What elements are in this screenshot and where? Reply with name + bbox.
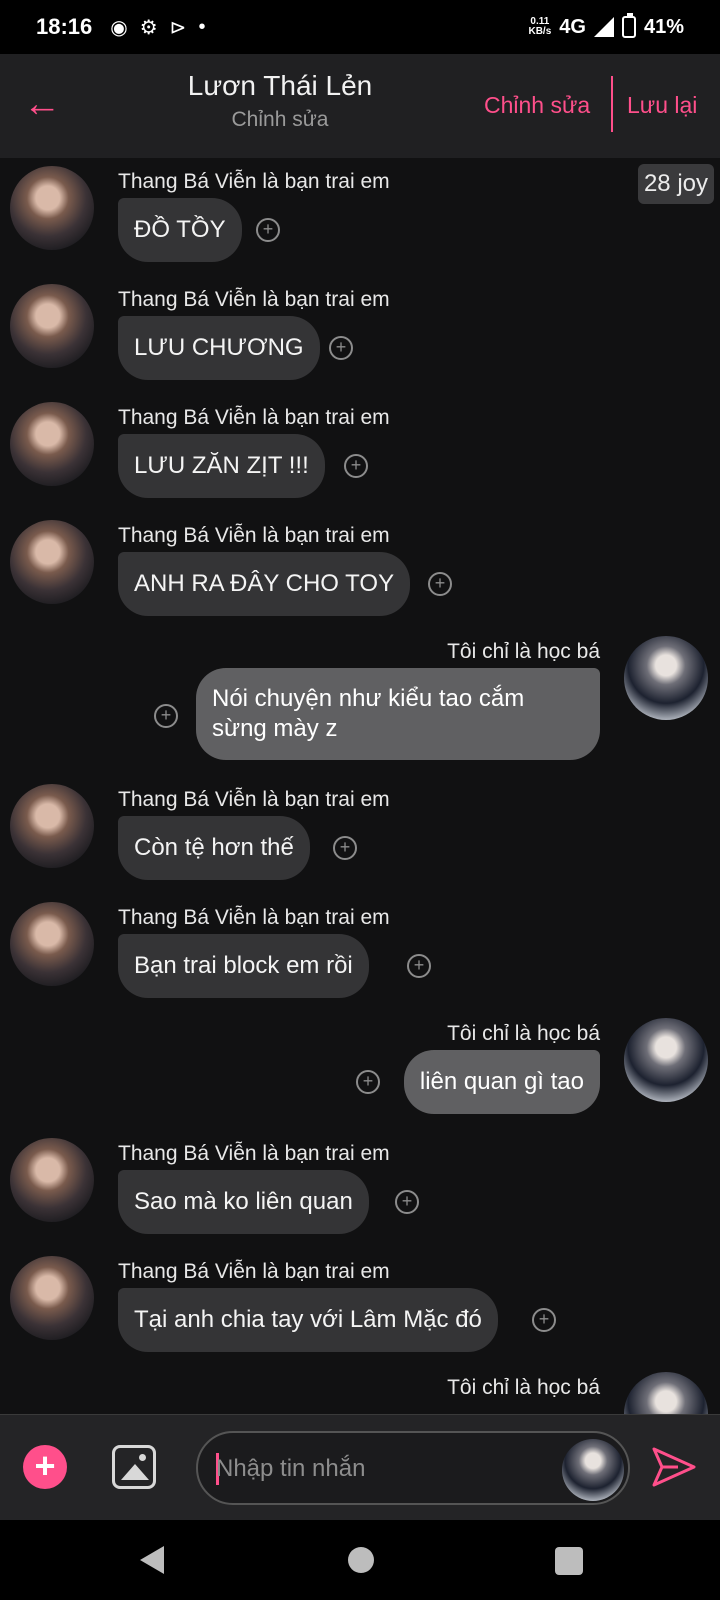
nav-home-icon[interactable] bbox=[348, 1547, 374, 1573]
avatar[interactable] bbox=[624, 636, 708, 720]
add-reaction-icon[interactable]: + bbox=[333, 836, 357, 860]
message-bubble[interactable]: LƯU CHƯƠNG bbox=[118, 316, 320, 380]
net-speed-unit: KB/s bbox=[528, 26, 552, 37]
notification-icons: ◉ ⚙ ⊳ • bbox=[110, 15, 205, 40]
sender-name: Thang Bá Viễn là bạn trai em bbox=[118, 788, 390, 811]
add-button[interactable]: + bbox=[23, 1445, 67, 1489]
status-time: 18:16 bbox=[36, 14, 93, 39]
sender-name: Tôi chỉ là học bá bbox=[447, 1376, 600, 1399]
battery-icon bbox=[621, 13, 636, 38]
battery-level: 41% bbox=[643, 15, 684, 38]
message-bubble[interactable]: Sao mà ko liên quan bbox=[118, 1170, 369, 1234]
composer-bar: + Nhập tin nhắn bbox=[0, 1414, 720, 1520]
add-reaction-icon[interactable]: + bbox=[154, 704, 178, 728]
message-input[interactable]: Nhập tin nhắn bbox=[196, 1431, 630, 1505]
avatar[interactable] bbox=[624, 1372, 708, 1414]
nav-back-icon[interactable] bbox=[140, 1546, 164, 1574]
dot-icon: • bbox=[198, 15, 206, 38]
sender-name: Thang Bá Viễn là bạn trai em bbox=[118, 524, 390, 547]
message-list[interactable]: 28 joy Thang Bá Viễn là bạn trai em ĐỒ T… bbox=[0, 158, 720, 1414]
message-bubble[interactable]: ANH RA ĐÂY CHO TOY bbox=[118, 552, 411, 616]
avatar[interactable] bbox=[10, 1138, 94, 1222]
edit-button[interactable]: Chỉnh sửa bbox=[484, 92, 590, 119]
message-bubble[interactable]: LƯU ZĂN ZỊT !!! bbox=[118, 434, 325, 498]
add-reaction-icon[interactable]: + bbox=[356, 1070, 380, 1094]
avatar[interactable] bbox=[10, 402, 94, 486]
sender-name: Thang Bá Viễn là bạn trai em bbox=[118, 406, 390, 429]
net-speed: 0.11 KB/s bbox=[528, 17, 551, 37]
message-bubble[interactable]: Nói chuyện như kiểu tao cắm sừng mày z bbox=[196, 668, 600, 760]
add-reaction-icon[interactable]: + bbox=[532, 1308, 556, 1332]
avatar[interactable] bbox=[10, 284, 94, 368]
system-status: 0.11 KB/s 4G 41% bbox=[528, 13, 684, 39]
avatar[interactable] bbox=[10, 1256, 94, 1340]
avatar[interactable] bbox=[10, 520, 94, 604]
send-icon[interactable] bbox=[650, 1445, 698, 1489]
signal-icon bbox=[593, 17, 614, 37]
play-icon: ⊳ bbox=[169, 16, 187, 39]
message-bubble[interactable]: Tại anh chia tay với Lâm Mặc đó bbox=[118, 1288, 498, 1352]
sender-name: Thang Bá Viễn là bạn trai em bbox=[118, 1142, 390, 1165]
messenger-icon: ◉ bbox=[110, 16, 128, 39]
status-bar: 18:16 ◉ ⚙ ⊳ • 0.11 KB/s 4G 41% bbox=[0, 0, 720, 54]
arrow-left-icon: ← bbox=[23, 83, 61, 125]
sender-name: Thang Bá Viễn là bạn trai em bbox=[118, 906, 390, 929]
message-bubble[interactable]: liên quan gì tao bbox=[403, 1050, 600, 1114]
chat-header: ← Lươn Thái Lẻn Chỉnh sửa Chỉnh sửa Lưu … bbox=[0, 54, 720, 158]
nav-recents-icon[interactable] bbox=[555, 1547, 583, 1575]
chat-title: Lươn Thái Lẻn bbox=[187, 70, 373, 101]
navigation-bar bbox=[0, 1520, 720, 1600]
sender-name: Thang Bá Viễn là bạn trai em bbox=[118, 1260, 390, 1283]
chat-subtitle: Chỉnh sửa bbox=[231, 108, 329, 131]
header-divider bbox=[611, 76, 613, 132]
save-button[interactable]: Lưu lại bbox=[627, 92, 697, 119]
message-bubble[interactable]: Bạn trai block em rồi bbox=[118, 934, 369, 998]
sender-name: Thang Bá Viễn là bạn trai em bbox=[118, 170, 390, 193]
avatar[interactable] bbox=[624, 1018, 708, 1102]
add-reaction-icon[interactable]: + bbox=[344, 454, 368, 478]
avatar[interactable] bbox=[10, 784, 94, 868]
sender-name: Tôi chỉ là học bá bbox=[447, 1022, 600, 1045]
network-type: 4G bbox=[559, 15, 586, 38]
avatar[interactable] bbox=[10, 166, 94, 250]
add-reaction-icon[interactable]: + bbox=[395, 1190, 419, 1214]
add-reaction-icon[interactable]: + bbox=[407, 954, 431, 978]
sender-avatar-toggle[interactable] bbox=[562, 1439, 624, 1501]
title-block: Lươn Thái Lẻn Chỉnh sửa bbox=[160, 70, 400, 132]
plus-icon: + bbox=[34, 1445, 56, 1486]
add-reaction-icon[interactable]: + bbox=[256, 218, 280, 242]
back-button[interactable]: ← bbox=[22, 84, 62, 124]
gear-icon: ⚙ bbox=[139, 16, 158, 39]
add-reaction-icon[interactable]: + bbox=[428, 572, 452, 596]
sender-name: Tôi chỉ là học bá bbox=[447, 640, 600, 663]
sender-name: Thang Bá Viễn là bạn trai em bbox=[118, 288, 390, 311]
message-bubble[interactable]: ĐỒ TỒY bbox=[118, 198, 242, 262]
message-bubble[interactable]: Còn tệ hơn thế bbox=[118, 816, 310, 880]
message-input-placeholder: Nhập tin nhắn bbox=[216, 1455, 366, 1482]
avatar[interactable] bbox=[10, 902, 94, 986]
add-reaction-icon[interactable]: + bbox=[329, 336, 353, 360]
image-icon[interactable] bbox=[112, 1445, 156, 1489]
date-badge: 28 joy bbox=[637, 164, 714, 204]
